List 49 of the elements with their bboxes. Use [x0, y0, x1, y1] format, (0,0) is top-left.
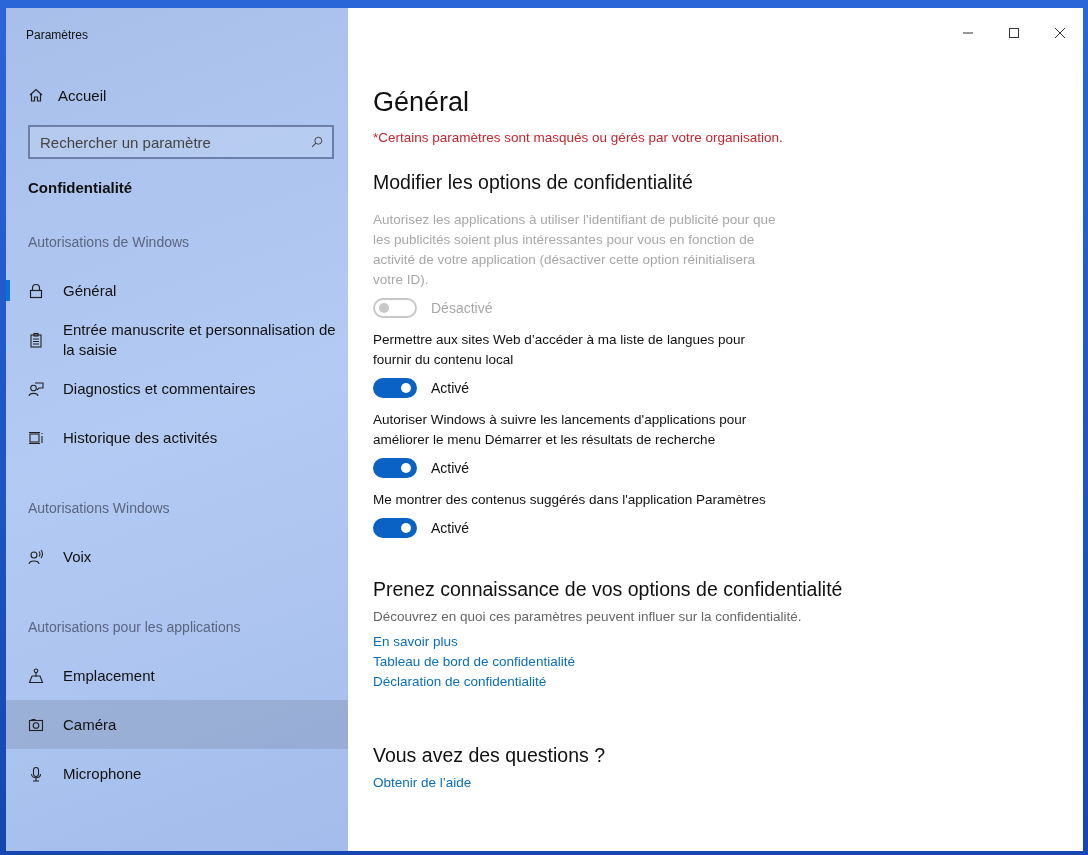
nav-item[interactable]: Historique des activités [6, 413, 348, 462]
feedback-icon [28, 380, 44, 397]
toggle-state: Activé [431, 380, 470, 396]
voice-icon [28, 548, 44, 565]
nav-item[interactable]: Général [6, 266, 348, 315]
nav-item[interactable]: Caméra [6, 700, 348, 749]
section-text: Découvrez en quoi ces paramètres peuvent influer sur la confidentialité. [373, 609, 802, 624]
section-heading: Autorisations de Windows [27, 234, 191, 250]
link[interactable]: En savoir plus [373, 632, 458, 652]
home-link[interactable]: Accueil [6, 83, 348, 107]
nav-item[interactable]: Entrée manuscrite et personnalisation de la saisie [6, 315, 348, 364]
home-icon [28, 87, 44, 103]
setting-description: Me montrer des contenus suggérés dans l'application Paramètres [373, 491, 767, 509]
toggle-switch[interactable] [373, 378, 417, 398]
search-field[interactable]: Rechercher un paramètre [28, 125, 334, 159]
link[interactable]: Obtenir de l’aide [373, 773, 472, 793]
search-icon [310, 135, 324, 149]
toggle-switch[interactable] [373, 518, 417, 538]
location-icon [28, 667, 44, 684]
camera-icon [28, 716, 44, 733]
section-heading: Modifier les options de confidentialité [373, 171, 693, 194]
nav-item[interactable]: Microphone [6, 749, 348, 798]
link[interactable]: Tableau de bord de confidentialité [373, 652, 575, 672]
nav-item[interactable]: Voix [6, 532, 348, 581]
policy-notice: *Certains paramètres sont masqués ou gérés par votre organisation. [373, 130, 783, 145]
window-title: Paramètres [25, 27, 90, 44]
history-icon [28, 429, 44, 446]
setting-description: Autorisez les applications à utiliser l'identifiant de publicité pour que les publicités soient plus intéressantes pour vous en fonction de activité de votre application (désactiver cette option réinitialisera votre ID). [373, 211, 777, 289]
lock-icon [28, 282, 44, 299]
section-heading: Prenez connaissance de vos options de confidentialité [373, 578, 843, 601]
setting-description: Permettre aux sites Web d’accéder à ma liste de langues pour fournir du contenu local [373, 331, 746, 369]
section-heading: Autorisations pour les applications [27, 619, 242, 635]
category-title: Confidentialité [27, 179, 134, 196]
nav-item[interactable]: Emplacement [6, 651, 348, 700]
clipboard-icon [28, 331, 44, 348]
setting-description: Autoriser Windows à suivre les lancements d'applications pour améliorer le menu Démarrer et les résultats de recherche [373, 411, 748, 449]
nav-item[interactable]: Diagnostics et commentaires [6, 364, 348, 413]
section-heading: Vous avez des questions ? [373, 744, 605, 767]
section-heading: Autorisations Windows [27, 500, 171, 516]
microphone-icon [28, 765, 44, 782]
home-label: Accueil [58, 86, 107, 104]
toggle-state: Activé [431, 460, 470, 476]
close-icon [1054, 27, 1066, 39]
toggle-state: Activé [431, 520, 470, 536]
page-title: Général [373, 86, 470, 119]
toggle-switch[interactable] [373, 458, 417, 478]
maximize-icon [1008, 27, 1020, 39]
link[interactable]: Déclaration de confidentialité [373, 672, 547, 692]
toggle-state: Désactivé [431, 300, 493, 316]
